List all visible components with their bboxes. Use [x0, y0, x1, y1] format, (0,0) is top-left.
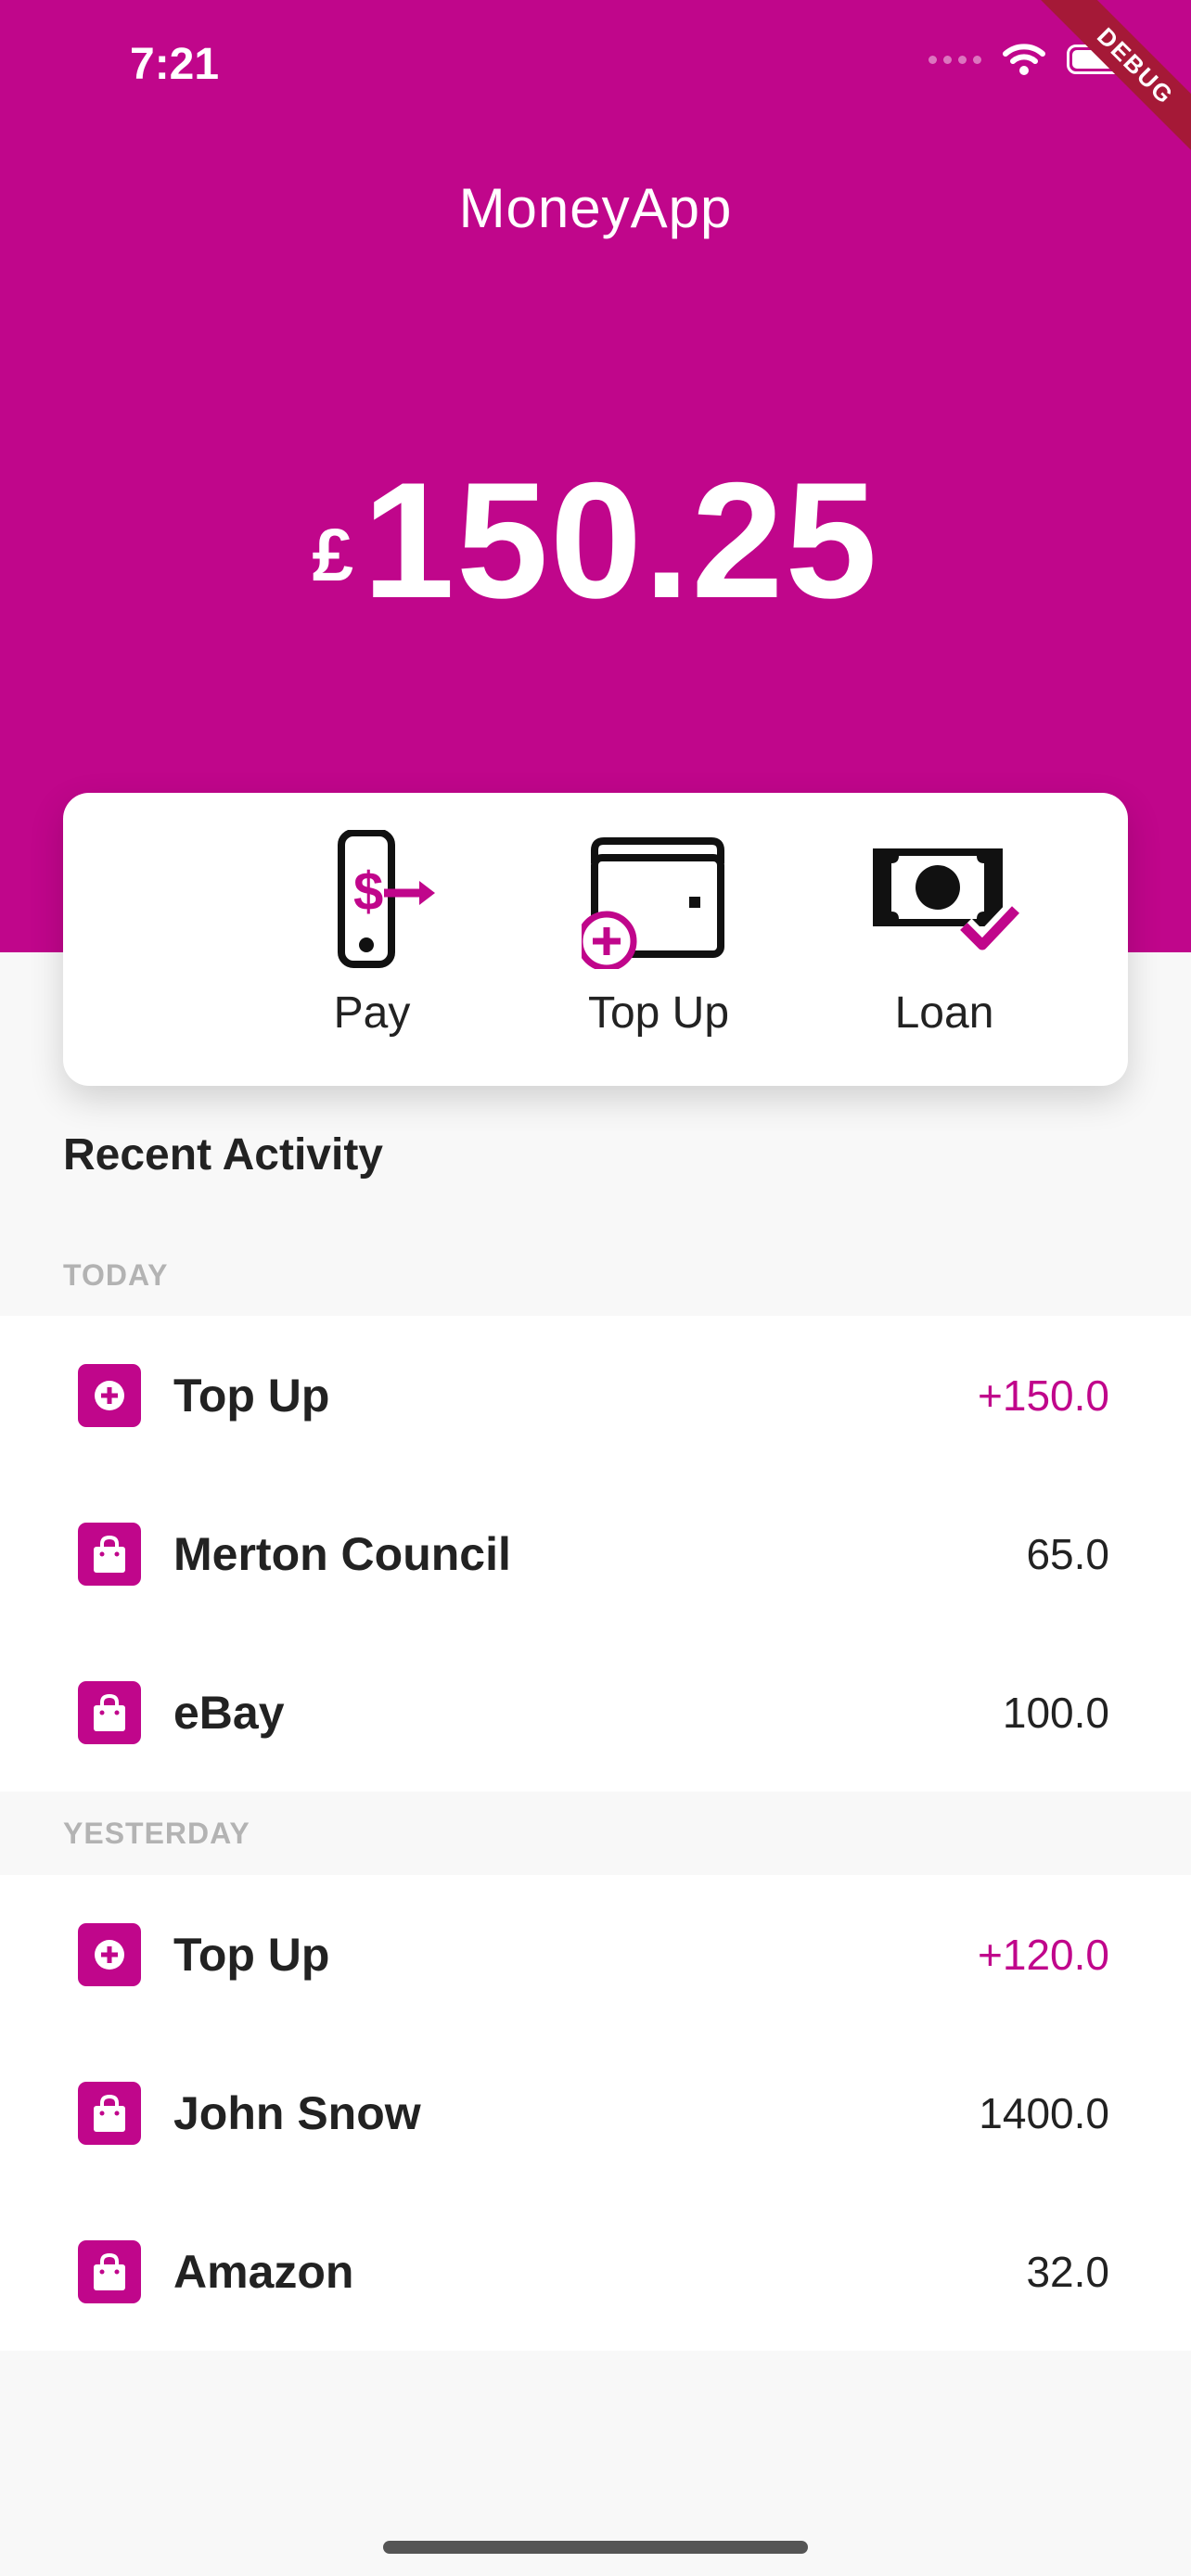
transaction-name: John Snow [173, 2086, 421, 2139]
shopping-bag-icon [78, 2239, 141, 2303]
transaction-amount: 1400.0 [979, 2088, 1109, 2137]
home-indicator[interactable] [383, 2541, 808, 2554]
group-header-yesterday: YESTERDAY [63, 1816, 250, 1850]
transaction-name: Top Up [173, 1369, 330, 1422]
plus-circle-icon [78, 1922, 141, 1986]
loan-label: Loan [894, 988, 994, 1038]
transaction-row[interactable]: Top Up +150.0 [0, 1316, 1191, 1474]
balance-display: £150.25 [0, 445, 1191, 635]
transaction-amount: +150.0 [978, 1371, 1109, 1420]
transaction-amount: 100.0 [1002, 1688, 1109, 1737]
cash-check-icon [873, 848, 1021, 956]
transaction-amount: 65.0 [1026, 1529, 1109, 1578]
transaction-row[interactable]: John Snow 1400.0 [0, 2034, 1191, 2192]
transaction-row[interactable]: Merton Council 65.0 [0, 1474, 1191, 1633]
svg-text:$: $ [353, 861, 383, 922]
transaction-row[interactable]: Amazon 32.0 [0, 2192, 1191, 2351]
transaction-name: Merton Council [173, 1527, 511, 1580]
group-header-today: TODAY [63, 1257, 169, 1292]
transaction-amount: +120.0 [978, 1930, 1109, 1979]
pay-label: Pay [333, 988, 411, 1038]
shopping-bag-icon [78, 1680, 141, 1744]
debug-label: DEBUG [1022, 0, 1191, 179]
transaction-name: eBay [173, 1686, 285, 1739]
phone-pay-icon: $ [338, 830, 435, 968]
recent-activity-title: Recent Activity [63, 1130, 383, 1180]
pay-button[interactable]: $ Pay [261, 830, 483, 1039]
shopping-bag-icon [78, 2081, 141, 2145]
transaction-name: Top Up [173, 1928, 330, 1981]
top-up-button[interactable]: Top Up [547, 830, 770, 1039]
transaction-name: Amazon [173, 2245, 354, 2298]
cellular-signal-icon [928, 55, 981, 64]
balance-amount: 150.25 [363, 448, 879, 632]
transaction-row[interactable]: eBay 100.0 [0, 1633, 1191, 1792]
plus-circle-icon [78, 1363, 141, 1427]
today-transaction-list: Top Up +150.0 Merton Council 65.0 eBay 1… [0, 1316, 1191, 1792]
debug-banner: DEBUG [1005, 0, 1191, 185]
yesterday-transaction-list: Top Up +120.0 John Snow 1400.0 Amazon 32… [0, 1875, 1191, 2351]
wallet-add-icon [582, 837, 724, 969]
transaction-row[interactable]: Top Up +120.0 [0, 1875, 1191, 2034]
loan-button[interactable]: Loan [833, 830, 1056, 1039]
top-up-label: Top Up [587, 988, 730, 1038]
balance-currency: £ [312, 514, 354, 596]
status-time: 7:21 [130, 40, 220, 89]
shopping-bag-icon [78, 1522, 141, 1586]
app-title: MoneyApp [458, 177, 733, 239]
transaction-amount: 32.0 [1026, 2247, 1109, 2296]
quick-actions-card: $ Pay Top Up Loan [63, 793, 1128, 1086]
